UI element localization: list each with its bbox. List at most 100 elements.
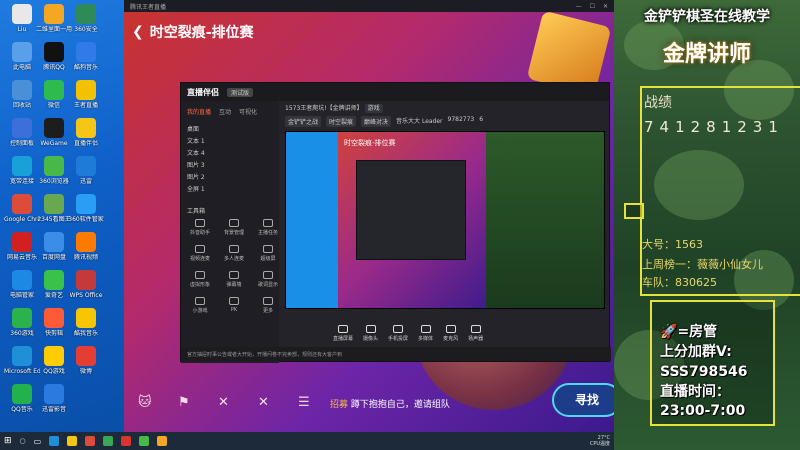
microphone-icon	[445, 324, 456, 333]
tool-label: 小游戏	[192, 308, 208, 314]
stream-app-window: 直播伴侣 测试版 我的直播 互动 可视化 桌面 文本 1 文本 4 图片 3 图…	[180, 82, 611, 363]
desktop-icon[interactable]: QQ音乐	[4, 384, 40, 428]
stream-sidebar: 我的直播 互动 可视化 桌面 文本 1 文本 4 图片 3 图片 2 全屏 1 …	[181, 101, 279, 363]
room-title[interactable]: 1573王者爬坑!【金牌讲师】	[285, 105, 363, 112]
cat-face-icon[interactable]: 🐱	[138, 396, 152, 410]
desktop-icon-label: 快剪辑	[44, 330, 63, 337]
source-item[interactable]: 文本 1	[187, 136, 273, 148]
mic-muted-icon[interactable]: ✕	[218, 396, 232, 410]
task-view-icon[interactable]: ▭	[34, 437, 42, 446]
chrome-icon[interactable]	[85, 436, 96, 446]
windows-start-icon[interactable]: ⊞	[4, 436, 12, 446]
play-icon	[420, 324, 431, 333]
app-icon[interactable]	[103, 436, 114, 446]
toolbox-item[interactable]: 背景管理	[219, 219, 249, 241]
explorer-icon[interactable]	[67, 436, 78, 446]
minimize-icon[interactable]: —	[576, 3, 582, 10]
desktop-icon-label: 回收站	[12, 102, 31, 109]
close-icon[interactable]: ✕	[603, 3, 608, 10]
game-bottom-bar: 🐱 ⚑ ✕ ✕ ☰ 招募 蹲下抱抱自己，邀请组队	[124, 380, 614, 426]
app-icon[interactable]	[157, 436, 168, 446]
tool-label: 更多	[262, 308, 273, 314]
preview-side-panel	[486, 132, 604, 308]
menu-icon[interactable]: ☰	[298, 396, 312, 410]
search-icon[interactable]: ○	[20, 437, 26, 445]
desktop-icon-label: 直播伴侣	[73, 140, 98, 147]
chevron-left-icon[interactable]: ❮	[132, 24, 144, 40]
toolbox-item[interactable]: PK	[219, 297, 249, 319]
desktop-icon-label: 网易云音乐	[6, 254, 37, 261]
toolbox-item[interactable]: 小游戏	[185, 297, 215, 319]
tool-label: 弹幕墙	[226, 282, 242, 288]
version-badge: 测试版	[227, 87, 254, 97]
toolbox-item[interactable]: 抖音助手	[185, 219, 215, 241]
system-tray[interactable]: 27°C CPU温度	[590, 435, 610, 447]
desktop-icon-label: 二维里面一用	[36, 26, 72, 33]
source-item[interactable]: 文本 4	[187, 148, 273, 160]
app-icon[interactable]	[121, 436, 132, 446]
toolbox-item[interactable]: 多人连麦	[219, 245, 249, 267]
toolbox-item[interactable]: 更多	[253, 297, 283, 319]
viewer-count: 9782773	[447, 116, 475, 123]
tab-my-live[interactable]: 我的直播	[187, 107, 211, 116]
toolbox-item[interactable]: 超级屏	[253, 245, 283, 267]
tool-icon	[229, 245, 239, 253]
frame-handle	[624, 203, 644, 219]
speaker-icon	[470, 324, 481, 333]
app-logo: 直播伴侣	[187, 87, 219, 97]
source-item[interactable]: 图片 3	[187, 160, 273, 172]
toolbox-item[interactable]: 虚拟形象	[185, 271, 215, 293]
group-id: SSS798546	[660, 364, 748, 380]
weekly-rank: 上周榜一：薇薇小仙女儿	[642, 258, 763, 271]
source-item[interactable]: 全屏 1	[187, 184, 273, 196]
notice-bar: 官方抽屉时事公告或者大开始，开播问卷不完卖部，规则还有大客户到	[181, 347, 611, 361]
tab-interact[interactable]: 互动	[219, 107, 231, 116]
toolbox-item[interactable]: 视频连麦	[185, 245, 215, 267]
phone-cast-button[interactable]: 手机投屏	[388, 324, 408, 342]
app-icon	[44, 80, 64, 100]
desktop-icon-label: 360安全	[74, 26, 98, 33]
app-icon	[44, 384, 64, 404]
tool-label: PK	[230, 307, 238, 313]
flag-icon[interactable]: ⚑	[178, 396, 192, 410]
microphone-button[interactable]: 麦克风	[443, 324, 458, 342]
desktop-icon-label: 360浏览器	[39, 178, 69, 185]
desktop-icon-label: 迅雷	[79, 178, 92, 185]
desktop-icon-label: 电脑管家	[9, 292, 34, 299]
speaker-button[interactable]: 扬声器	[468, 324, 483, 342]
source-item[interactable]: 图片 2	[187, 172, 273, 184]
media-button[interactable]: 多媒体	[418, 324, 433, 342]
desktop-icon-label: 微信	[47, 102, 60, 109]
speaker-muted-icon[interactable]: ✕	[258, 396, 272, 410]
desktop-icon-label: 迅雷影音	[41, 406, 66, 413]
find-match-button[interactable]: 寻找	[552, 383, 614, 417]
game-header: ❮ 时空裂痕-排位赛	[132, 22, 254, 42]
toolbox-item[interactable]: 弹幕墙	[219, 271, 249, 293]
app-icon	[12, 80, 32, 100]
maximize-icon[interactable]: ☐	[590, 3, 595, 10]
desktop-icon-label: 酷狗音乐	[73, 64, 98, 71]
tab-visual[interactable]: 可视化	[239, 107, 257, 116]
app-icon	[12, 118, 32, 138]
app-icon	[44, 346, 64, 366]
screen-capture-button[interactable]: 直播屏幕	[333, 324, 353, 342]
toolbox-item[interactable]: 主播任务	[253, 219, 283, 241]
desktop-icon[interactable]: 迅雷影音	[36, 384, 72, 428]
app-icon	[44, 4, 64, 24]
desktop-icon[interactable]: 微博	[68, 346, 104, 390]
tool-label: 抖音助手	[189, 230, 210, 236]
room-tag[interactable]: 游戏	[364, 104, 383, 113]
source-list: 桌面 文本 1 文本 4 图片 3 图片 2 全屏 1	[181, 122, 279, 198]
desktop-icon-label: WeGame	[40, 140, 68, 147]
toolbox-item[interactable]: 歌词显示	[253, 271, 283, 293]
desktop-icon-label: 2345看图王	[37, 216, 71, 223]
app-icon	[44, 156, 64, 176]
camera-button[interactable]: 摄像头	[363, 324, 378, 342]
camera-icon	[365, 324, 376, 333]
stats-text: 音乐大大 Leader	[396, 118, 443, 125]
edge-icon[interactable]	[49, 436, 60, 446]
app-icon[interactable]	[139, 436, 150, 446]
source-item[interactable]: 桌面	[187, 124, 273, 136]
desktop-icon-label: 酷我音乐	[73, 330, 98, 337]
group-label: 上分加群V:	[660, 344, 732, 360]
